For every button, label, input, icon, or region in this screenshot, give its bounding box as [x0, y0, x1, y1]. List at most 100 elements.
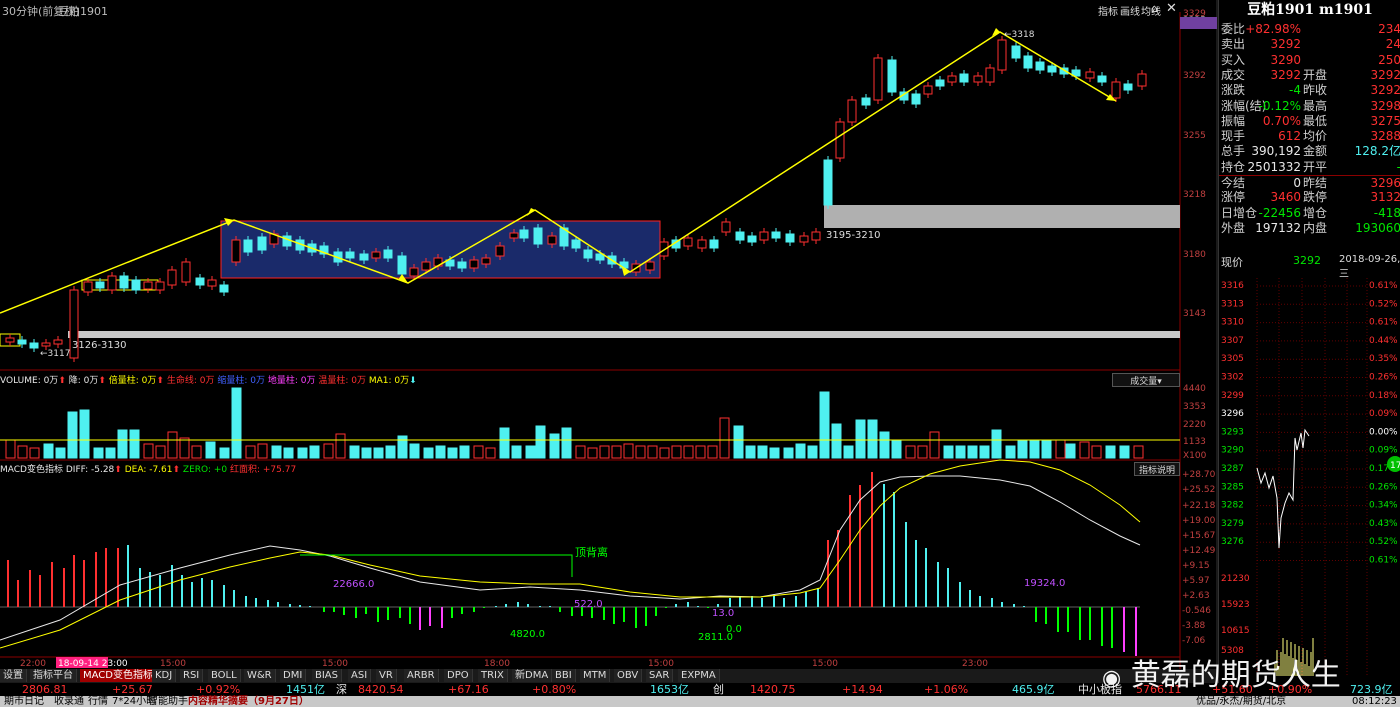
- volume-bar: [485, 447, 496, 459]
- tab-3[interactable]: KDJ: [152, 669, 177, 682]
- status-broker: 优品/永杰/期货/北京: [1196, 696, 1287, 707]
- volume-bar: [659, 447, 670, 459]
- tab-5[interactable]: BOLL: [208, 669, 241, 682]
- tab-19[interactable]: EXPMA: [678, 669, 720, 682]
- price-chart[interactable]: 3329332532923255321831803143 ←3117 ←3318…: [0, 0, 1218, 669]
- volume-tick: 3353: [1183, 402, 1206, 412]
- candle-body: [847, 99, 857, 123]
- tab-17[interactable]: OBV: [614, 669, 643, 682]
- quote-title: 豆粕1901 m1901: [1247, 2, 1373, 18]
- volume-bar: [745, 445, 756, 459]
- volume-bar: [867, 419, 878, 459]
- volume-bar: [43, 443, 54, 459]
- tab-8[interactable]: BIAS: [312, 669, 342, 682]
- status-item[interactable]: 期市日记: [4, 696, 44, 707]
- candle-body: [1035, 61, 1045, 71]
- status-news[interactable]: 内容精华摘要（9月27日）: [188, 696, 309, 707]
- candle-body: [95, 281, 105, 289]
- divergence-marker: [300, 554, 573, 577]
- candle-body: [195, 277, 205, 286]
- price-tick: 3292: [1183, 71, 1206, 81]
- candle-body: [107, 275, 117, 291]
- quote-row: 持仓2501332开平-: [1221, 159, 1400, 174]
- status-item[interactable]: 收录通: [54, 696, 84, 707]
- volume-bar: [117, 429, 128, 459]
- volume-bar: [831, 423, 842, 459]
- tab-6[interactable]: W&R: [244, 669, 276, 682]
- tab-10[interactable]: VR: [376, 669, 397, 682]
- tab-12[interactable]: DPO: [444, 669, 473, 682]
- candle-body: [721, 221, 731, 233]
- volume-bar: [1091, 445, 1102, 459]
- volume-bar: [373, 447, 384, 459]
- volume-bar: [599, 445, 610, 459]
- volume-bar: [67, 411, 78, 459]
- volume-bar: [155, 445, 166, 459]
- volume-bar: [879, 431, 890, 459]
- intraday-price-tick: 3287: [1221, 464, 1244, 474]
- volume-bar: [423, 447, 434, 459]
- tab-15[interactable]: BBI: [552, 669, 576, 682]
- candlestick-series: [5, 36, 1147, 362]
- price-tick: 3255: [1183, 131, 1206, 141]
- macd-value-label: 0.0: [726, 624, 742, 635]
- volume-bar: [757, 445, 768, 459]
- volume-bar: [819, 391, 830, 459]
- tab-11[interactable]: ARBR: [404, 669, 439, 682]
- quote-row: 委比 +82.98% 234: [1221, 22, 1400, 36]
- intraday-price-tick: 3293: [1221, 427, 1244, 437]
- status-item[interactable]: 智能助手: [148, 696, 188, 707]
- status-item[interactable]: 行情: [88, 696, 108, 707]
- volume-bar: [1133, 445, 1144, 459]
- intraday-chart[interactable]: 3316 3313 3310 3307 3305 3302 3299 3296 3293 3290…: [1219, 278, 1400, 676]
- tab-9[interactable]: ASI: [348, 669, 372, 682]
- tab-4[interactable]: RSI: [180, 669, 204, 682]
- quote-row: 买入 3290 250: [1221, 52, 1400, 67]
- macd-value-label: 4820.0: [510, 629, 545, 640]
- intraday-price-tick: 3305: [1221, 354, 1244, 364]
- tab-2[interactable]: MACD变色指标: [80, 669, 157, 682]
- indicator-explain-button[interactable]: 指标说明: [1134, 462, 1180, 476]
- candle-body: [771, 231, 781, 239]
- intraday-pct-tick: 0.52%: [1369, 537, 1398, 547]
- volume-bar: [205, 441, 216, 459]
- volume-bar: [843, 445, 854, 459]
- tab-1[interactable]: 指标平台: [30, 669, 77, 682]
- macd-tick: +19.00: [1182, 516, 1216, 526]
- candle-body: [29, 342, 39, 349]
- candle-body: [181, 261, 191, 283]
- volume-bar: [707, 445, 718, 459]
- macd-dea-line: [0, 459, 1141, 649]
- candle-body: [759, 231, 769, 241]
- macd-value-label: 13.0: [712, 608, 734, 619]
- intraday-pct-tick: 0.26%: [1369, 482, 1398, 492]
- volume-bar: [917, 445, 928, 459]
- now-price-value: 3292: [1293, 254, 1321, 267]
- macd-diff-line: [0, 475, 1141, 641]
- tab-0[interactable]: 设置: [0, 669, 27, 682]
- volume-bar: [179, 437, 190, 459]
- candle-body: [873, 57, 883, 101]
- candle-body: [345, 251, 355, 259]
- volume-bar: [719, 417, 730, 459]
- volume-bar: [855, 419, 866, 459]
- volume-bar: [191, 445, 202, 459]
- candle-body: [1011, 45, 1021, 59]
- volume-select[interactable]: 成交量▾: [1112, 373, 1180, 387]
- tab-13[interactable]: TRIX: [478, 669, 508, 682]
- tab-14[interactable]: 新DMA: [512, 669, 553, 682]
- volume-bar: [335, 433, 346, 459]
- candle-body: [243, 239, 253, 253]
- intraday-price-tick: 3316: [1221, 281, 1244, 291]
- support-zone-label: 3126-3130: [72, 340, 127, 351]
- volume-bar: [397, 435, 408, 459]
- tab-16[interactable]: MTM: [580, 669, 611, 682]
- candle-body: [383, 249, 393, 259]
- tab-18[interactable]: SAR: [646, 669, 674, 682]
- tab-7[interactable]: DMI: [280, 669, 307, 682]
- macd-tick: +22.18: [1182, 501, 1216, 511]
- intraday-price-tick: 3290: [1221, 446, 1244, 456]
- volume-bar: [511, 445, 522, 459]
- watermark: ◉ 黄磊的期货人生: [1102, 658, 1341, 693]
- volume-bar: [219, 447, 230, 459]
